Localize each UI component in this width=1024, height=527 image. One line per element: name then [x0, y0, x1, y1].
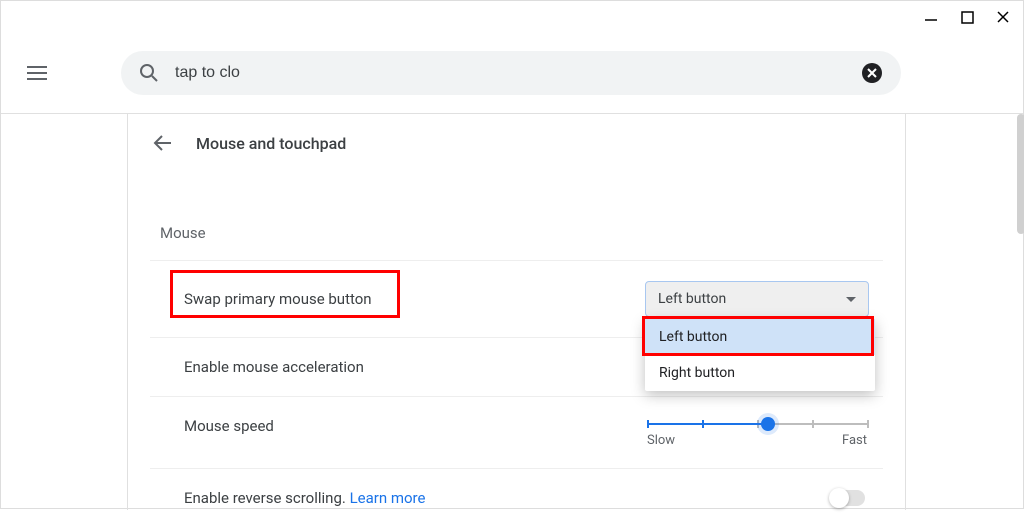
hamburger-icon — [27, 65, 47, 81]
close-circle-icon — [861, 62, 883, 84]
option-label: Right button — [659, 365, 735, 381]
dropdown-option-right[interactable]: Right button — [645, 355, 875, 391]
option-label: Left button — [659, 329, 727, 345]
scrollbar[interactable] — [1017, 114, 1024, 234]
maximize-button[interactable] — [959, 9, 975, 25]
arrow-left-icon — [152, 132, 174, 154]
setting-label-reverse: Enable reverse scrolling. Learn more — [184, 489, 425, 507]
setting-swap-primary: Swap primary mouse button Left button Le… — [150, 260, 883, 337]
app-header — [1, 1, 1023, 114]
setting-label-accel: Enable mouse acceleration — [184, 358, 364, 376]
divider — [127, 114, 128, 510]
slider-thumb[interactable] — [761, 417, 775, 431]
speed-slider[interactable]: Slow Fast — [647, 417, 867, 448]
setting-label-speed: Mouse speed — [184, 417, 274, 435]
window-controls — [923, 9, 1011, 25]
menu-button[interactable] — [25, 61, 49, 85]
setting-label-swap: Swap primary mouse button — [184, 290, 372, 308]
close-button[interactable] — [995, 9, 1011, 25]
search-box[interactable] — [121, 51, 901, 95]
minimize-button[interactable] — [923, 9, 939, 25]
dropdown-menu: Left button Right button — [645, 319, 875, 391]
reverse-toggle[interactable] — [831, 490, 865, 506]
slider-track[interactable] — [647, 423, 867, 425]
clear-search-button[interactable] — [861, 62, 883, 84]
dropdown-selected: Left button — [658, 291, 726, 307]
setting-reverse: Enable reverse scrolling. Learn more — [150, 468, 883, 527]
search-input[interactable] — [175, 64, 845, 82]
page-header: Mouse and touchpad — [150, 114, 883, 174]
learn-more-link[interactable]: Learn more — [350, 489, 426, 507]
toggle-knob — [829, 488, 849, 508]
settings-page: Mouse and touchpad Mouse Swap primary mo… — [128, 114, 905, 527]
back-button[interactable] — [152, 132, 174, 154]
slider-high-label: Fast — [842, 433, 867, 448]
search-icon — [139, 63, 159, 83]
content-area: Mouse and touchpad Mouse Swap primary mo… — [1, 114, 1024, 510]
dropdown-option-left[interactable]: Left button — [645, 319, 875, 355]
section-label: Mouse — [160, 224, 883, 242]
slider-low-label: Slow — [647, 433, 675, 448]
dropdown-trigger[interactable]: Left button — [645, 281, 869, 317]
label-text: Enable reverse scrolling. — [184, 489, 350, 507]
divider — [905, 114, 906, 510]
swap-dropdown[interactable]: Left button Left button Right button — [645, 281, 869, 317]
setting-speed: Mouse speed Slow Fast — [150, 396, 883, 468]
page-title: Mouse and touchpad — [196, 134, 346, 153]
chevron-down-icon — [846, 297, 856, 302]
